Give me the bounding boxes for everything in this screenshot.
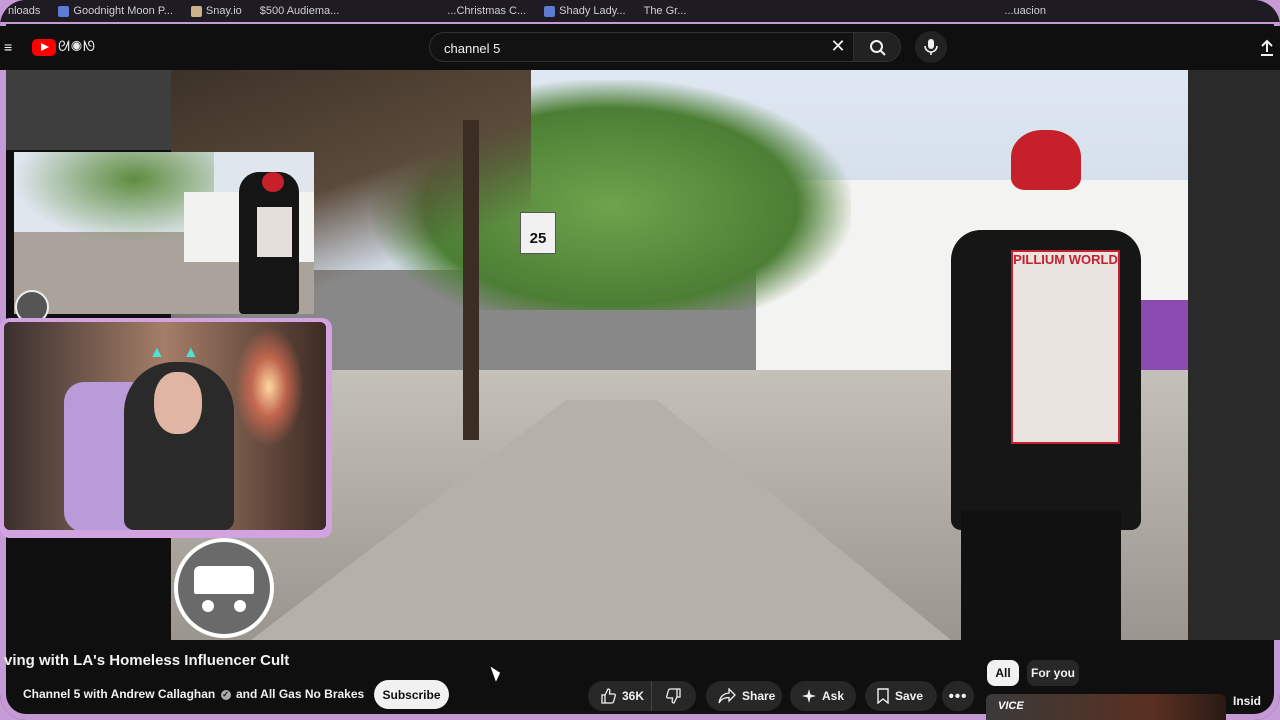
youtube-logo-icon[interactable] (32, 39, 56, 56)
verified-icon: ✓ (220, 689, 231, 700)
youtube-header: ≡ ᘛ◉ᘚ ✕ (0, 26, 1280, 70)
search-button[interactable] (853, 32, 901, 62)
watermark-car (194, 566, 254, 594)
cat-ears-headphones-icon: ▲▲ (149, 344, 217, 361)
more-actions-button[interactable]: ••• (942, 681, 974, 711)
jacket-patch: PILLIUM WORLD (1011, 250, 1120, 444)
save-label: Save (895, 689, 924, 703)
ask-button[interactable]: Ask (790, 681, 856, 711)
bookmark-favicon-icon (544, 5, 556, 17)
share-button[interactable]: Share (706, 681, 782, 711)
channel-name[interactable]: Channel 5 with Andrew Callaghan ✓ and Al… (23, 687, 364, 701)
channel-watermark-icon (174, 538, 274, 638)
thumbs-up-icon (601, 688, 616, 704)
video-title: ving with LA's Homeless Influencer Cult (4, 652, 290, 669)
bookmark-item[interactable]: Goodnight Moon P... (58, 5, 173, 17)
video-scene-pole (463, 120, 479, 440)
pip-subject-hair (262, 172, 284, 192)
bookmark-icon (877, 688, 889, 704)
ask-label: Ask (822, 689, 845, 703)
mouse-cursor-icon (490, 664, 503, 682)
voice-search-button[interactable] (915, 31, 947, 63)
like-count: 36K (622, 689, 645, 703)
bookmark-favicon-icon (190, 5, 202, 17)
clear-search-icon[interactable]: ✕ (830, 37, 846, 55)
subject-legs (961, 510, 1121, 640)
chip-for-you[interactable]: For you (1027, 660, 1079, 686)
subscribe-button[interactable]: Subscribe (374, 680, 449, 709)
webcam-lights (234, 327, 304, 447)
watermark-wheel (234, 600, 246, 612)
picture-in-picture-video (14, 152, 314, 314)
bookmark-favicon-icon (58, 5, 70, 17)
speed-limit-sign: 25 (520, 212, 556, 254)
webcam-feed: ▲▲ (4, 322, 326, 530)
pip-subject-patch (257, 207, 292, 257)
like-button[interactable]: 36K (588, 681, 652, 711)
bookmark-item[interactable]: $500 Audiema... (260, 5, 340, 17)
sparkle-icon (802, 689, 816, 703)
video-subject: PILLIUM WORLD (931, 130, 1141, 640)
streamer-face (154, 372, 202, 434)
browser-window: nloads Goodnight Moon P... Snay.io $500 … (0, 0, 1280, 720)
menu-icon[interactable]: ≡ (4, 40, 14, 54)
recommendations-column (1188, 70, 1280, 640)
search-box[interactable] (429, 32, 853, 63)
sidebar-placeholder (6, 70, 171, 150)
share-icon (718, 688, 736, 704)
recommended-channel-name[interactable]: Insid (1233, 694, 1261, 708)
search-input[interactable] (442, 33, 826, 63)
bookmark-item[interactable]: nloads (8, 5, 40, 17)
thumbs-down-icon (666, 688, 681, 704)
subject-hair (1011, 130, 1081, 190)
channel-collab-text: and All Gas No Brakes (235, 687, 365, 701)
search-icon (870, 40, 886, 56)
bookmarks-bar: nloads Goodnight Moon P... Snay.io $500 … (0, 0, 1280, 24)
logo-doodle: ᘛ◉ᘚ (58, 38, 97, 54)
microphone-icon (924, 39, 938, 55)
bookmark-item[interactable]: Snay.io (190, 5, 242, 17)
chip-all[interactable]: All (987, 660, 1019, 686)
streamer-webcam-frame: ▲▲ (0, 318, 332, 538)
channel-name-text: Channel 5 with Andrew Callaghan (23, 687, 216, 701)
thumbnail-vice-logo: VICE (998, 700, 1024, 712)
like-dislike-group: 36K (588, 681, 696, 711)
bookmark-item[interactable]: ...uacion (1004, 5, 1046, 17)
bookmark-item[interactable]: ...Christmas C... (447, 5, 526, 17)
bookmark-item[interactable]: Shady Lady... (544, 5, 626, 17)
save-button[interactable]: Save (865, 681, 937, 711)
upload-icon[interactable] (1259, 39, 1275, 57)
bookmark-item[interactable]: The Gr... (644, 5, 687, 17)
dislike-button[interactable] (652, 681, 696, 711)
share-label: Share (742, 689, 776, 703)
watermark-wheel (202, 600, 214, 612)
